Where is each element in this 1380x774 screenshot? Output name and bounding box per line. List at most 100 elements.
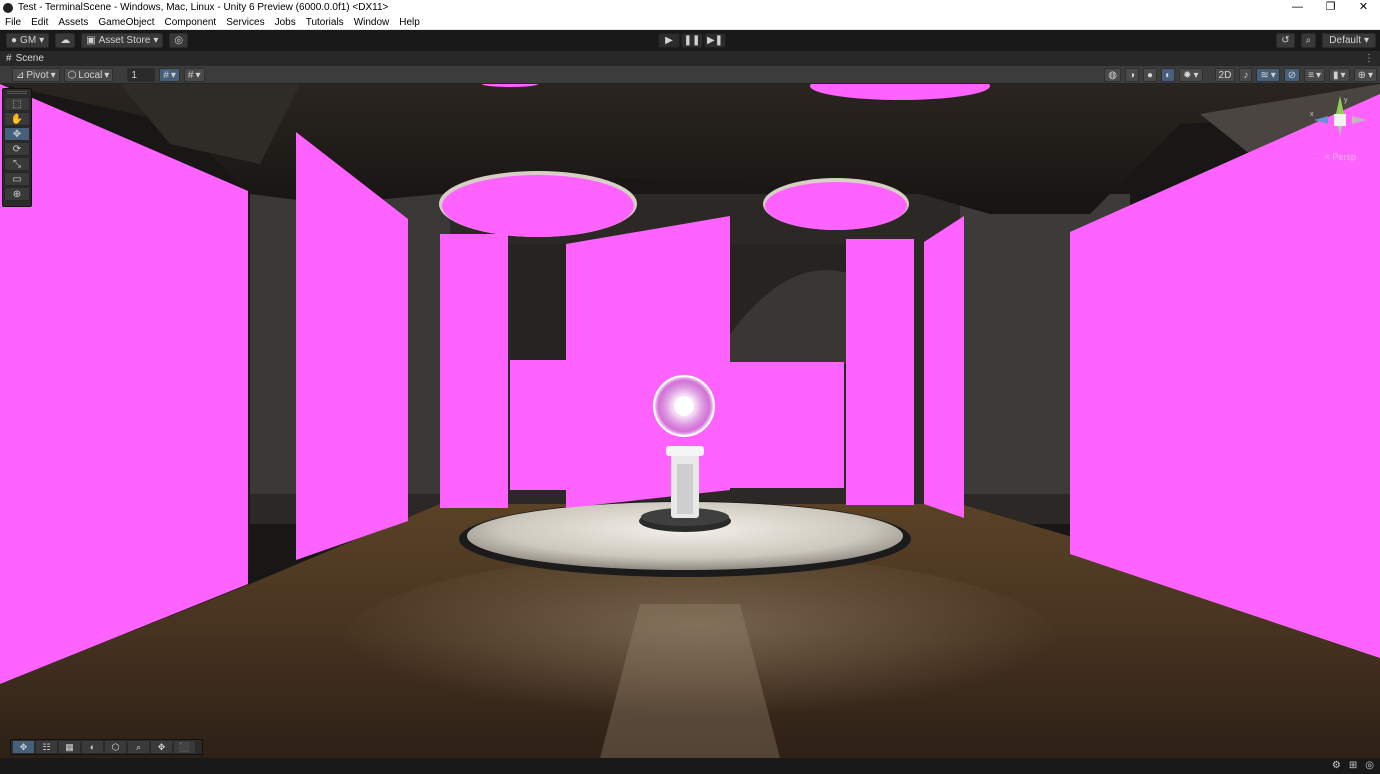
settings-icon[interactable]: ⚙	[1332, 760, 1341, 771]
menu-gameobject[interactable]: GameObject	[93, 17, 159, 28]
grid-toggle[interactable]: # ▾	[159, 68, 180, 82]
menu-tutorials[interactable]: Tutorials	[301, 17, 349, 28]
menu-window[interactable]: Window	[349, 17, 395, 28]
step-button[interactable]: ▶❚	[704, 33, 726, 48]
orientation-gizmo[interactable]: y x	[1308, 92, 1372, 156]
audio-toggle[interactable]: ♪	[1239, 68, 1253, 82]
tab-scene[interactable]: # Scene	[0, 53, 50, 64]
pan-icon: ✥	[157, 741, 166, 752]
menu-services[interactable]: Services	[221, 17, 269, 28]
globe-icon: ◍	[1108, 69, 1117, 81]
gizmos-toggle[interactable]: ⊕ ▾	[1353, 68, 1377, 82]
draw-mode-wire-button[interactable]: ◍	[1104, 68, 1121, 82]
draw-mode-shaded-button[interactable]: ●	[1143, 68, 1158, 82]
align-icon: ☷	[42, 741, 51, 752]
menu-edit[interactable]: Edit	[26, 17, 53, 28]
local-dropdown[interactable]: ⬡ Local ▾	[63, 68, 114, 82]
snap-toggle[interactable]: # ▾	[183, 68, 205, 82]
y-axis-cone-icon[interactable]	[1336, 96, 1344, 114]
view-tool-button[interactable]: ⬚	[4, 97, 30, 111]
tab-scene-label: Scene	[15, 53, 44, 64]
drag-handle[interactable]	[7, 91, 27, 94]
grid-size-field[interactable]: 1	[127, 68, 156, 82]
pause-button[interactable]: ❚❚	[681, 33, 703, 48]
pivot-dropdown[interactable]: ⊿ Pivot ▾	[12, 68, 60, 82]
rotate-tool-button[interactable]: ⟳	[4, 142, 30, 156]
layers-icon: ≋	[1260, 69, 1269, 81]
overlay-align-button[interactable]: ☷	[36, 741, 57, 753]
scene-toolbar: ⊿ Pivot ▾ ⬡ Local ▾ 1 # ▾ # ▾ ◍ ◑ ● ◐ ✹ ▾…	[0, 66, 1380, 84]
overlay-layers-button[interactable]: ⬡	[105, 741, 126, 753]
overlay-grid-button[interactable]: ▦	[59, 741, 80, 753]
camera-settings-toggle[interactable]: ▮ ▾	[1329, 68, 1350, 82]
layout-label: Default	[1329, 35, 1361, 46]
overlay-search-button[interactable]: ⌕	[128, 741, 149, 753]
chevron-down-icon: ▾	[1316, 69, 1322, 81]
scale-tool-button[interactable]: ⤡	[4, 157, 30, 171]
menu-help[interactable]: Help	[394, 17, 425, 28]
minimize-icon[interactable]: —	[1281, 0, 1314, 15]
snap-icon: #	[187, 69, 194, 81]
effects-toggle[interactable]: ≋ ▾	[1256, 68, 1280, 82]
play-button[interactable]: ▶	[658, 33, 680, 48]
eye-slash-icon: ⊘	[1287, 69, 1297, 81]
mode-2d-toggle[interactable]: 2D	[1214, 68, 1236, 82]
overlay-pan-button[interactable]: ✥	[151, 741, 172, 753]
asset-store-button[interactable]: ▣ Asset Store ▾	[81, 33, 164, 48]
rect-tool-button[interactable]: ▭	[4, 172, 30, 186]
layers-toggle[interactable]: ≡ ▾	[1304, 68, 1326, 82]
debug-icon[interactable]: ◎	[1365, 760, 1374, 771]
menu-component[interactable]: Component	[160, 17, 222, 28]
scale-icon: ⤡	[13, 158, 21, 170]
center-cube-icon[interactable]	[1334, 114, 1346, 126]
layout-icon[interactable]: ⊞	[1349, 760, 1357, 771]
camera-icon: ⬛	[178, 741, 191, 752]
perspective-label[interactable]: < Persp	[1325, 152, 1356, 162]
maximize-icon[interactable]: ❐	[1314, 0, 1347, 15]
layout-dropdown[interactable]: Default ▾	[1322, 33, 1376, 48]
search-icon: ⌕	[1305, 35, 1312, 46]
tools-overlay: ⬚ ✋ ✥ ⟳ ⤡ ▭ ⊕	[2, 88, 32, 207]
window-titlebar: Test - TerminalScene - Windows, Mac, Lin…	[0, 0, 1380, 15]
stack-icon: ≡	[1308, 69, 1314, 81]
local-label: Local	[78, 69, 103, 81]
account-icon: ●	[11, 35, 18, 46]
chevron-down-icon: ▾	[104, 69, 110, 81]
more-options-icon[interactable]: ⋮	[1364, 51, 1374, 66]
draw-mode-lit-button[interactable]: ◐	[1161, 68, 1176, 82]
overlay-shading-button[interactable]: ◐	[82, 741, 103, 753]
overlay-move-button[interactable]: ✥	[13, 741, 34, 753]
shading-icon: ◐	[89, 742, 96, 752]
history-button[interactable]: ↺	[1276, 33, 1295, 48]
rect-icon: ▭	[12, 173, 22, 185]
scene-viewport[interactable]	[0, 84, 1380, 758]
chevron-down-icon: ▾	[1340, 69, 1346, 81]
grid-icon: #	[6, 53, 12, 64]
menu-assets[interactable]: Assets	[53, 17, 93, 28]
menu-file[interactable]: File	[0, 17, 26, 28]
close-icon[interactable]: ✕	[1347, 0, 1380, 15]
y-axis-label: y	[1344, 97, 1348, 104]
draw-mode-shaded-wire-button[interactable]: ◑	[1124, 68, 1140, 82]
chevron-down-icon: ▾	[1270, 69, 1276, 81]
overlay-camera-button[interactable]: ⬛	[174, 741, 195, 753]
transform-tool-button[interactable]: ⊕	[4, 187, 30, 201]
visibility-toggle[interactable]: ⊘	[1283, 68, 1301, 82]
search-button[interactable]: ⌕	[1300, 33, 1317, 48]
pivot-label: Pivot	[26, 69, 49, 81]
move-icon: ✥	[12, 128, 22, 140]
account-dropdown[interactable]: ● GM ▾	[6, 33, 50, 48]
chevron-down-icon: ▾	[1367, 69, 1373, 81]
z-axis-cone-icon[interactable]	[1314, 116, 1328, 124]
move-tool-button[interactable]: ✥	[4, 127, 30, 141]
menu-jobs[interactable]: Jobs	[270, 17, 301, 28]
plugin-button[interactable]: ◎	[169, 33, 189, 48]
unity-logo-icon	[3, 2, 13, 13]
hand-tool-button[interactable]: ✋	[4, 112, 30, 126]
cloud-button[interactable]: ☁	[55, 33, 76, 48]
move-icon: ✥	[19, 741, 28, 752]
chevron-down-icon: ▾	[50, 69, 56, 81]
neg-x-axis-cone-icon[interactable]	[1352, 116, 1366, 124]
lighting-toggle[interactable]: ✹ ▾	[1179, 68, 1203, 82]
x-axis-label: x	[1310, 111, 1314, 118]
